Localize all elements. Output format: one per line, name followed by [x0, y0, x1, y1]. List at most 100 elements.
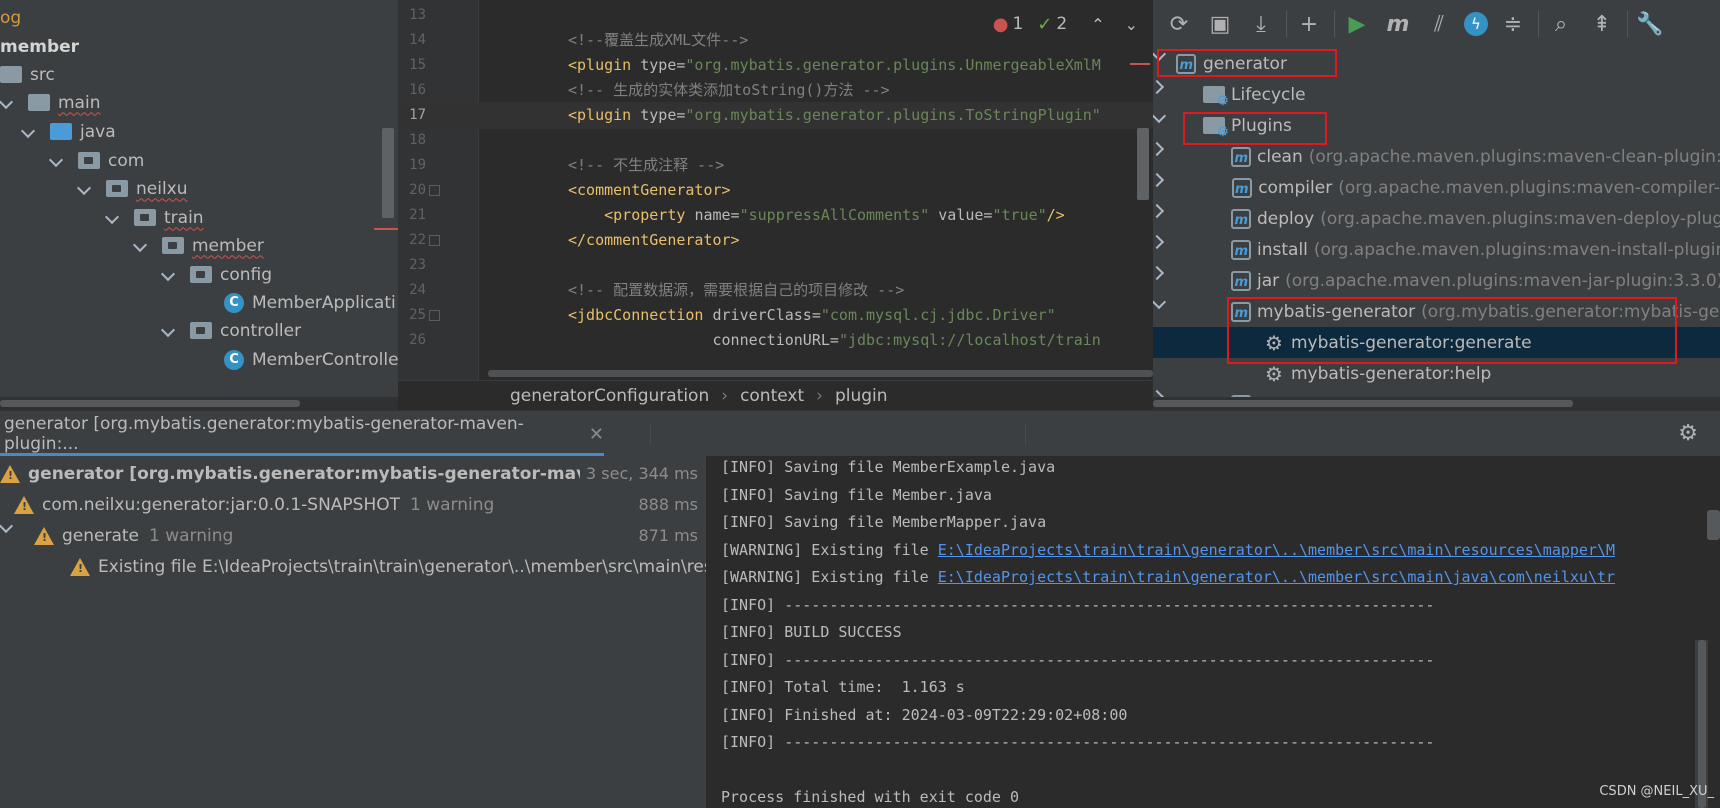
- maven-tree-item[interactable]: Lifecycle: [1153, 79, 1720, 110]
- console-vertical-scrollbar[interactable]: [1695, 640, 1708, 808]
- tab-separator: [1025, 423, 1026, 445]
- refresh-icon[interactable]: ⟳: [1163, 8, 1195, 40]
- download-icon[interactable]: ⤓: [1245, 8, 1277, 40]
- code-line[interactable]: 23: [398, 252, 1153, 279]
- warning-icon: [0, 464, 20, 483]
- chevron-down-icon[interactable]: [162, 324, 176, 338]
- editor-horizontal-scrollbar[interactable]: [488, 367, 1153, 380]
- code-token: "suppressAllComments": [739, 206, 939, 224]
- next-highlight-icon[interactable]: ⌄: [1125, 15, 1138, 34]
- maven-tree-item[interactable]: m clean (org.apache.maven.plugins:maven-cl…: [1153, 141, 1720, 172]
- code-line[interactable]: 21 <property name="suppressAllComments" …: [398, 202, 1153, 229]
- add-folder-icon[interactable]: ▣: [1204, 8, 1236, 40]
- toolbar-separator: [1627, 11, 1628, 37]
- build-tree-item[interactable]: generator [org.mybatis.generator:mybatis…: [0, 458, 706, 489]
- tree-item[interactable]: train: [106, 202, 204, 233]
- chevron-down-icon[interactable]: [78, 182, 92, 196]
- tree-item[interactable]: C MemberControlle: [224, 344, 398, 375]
- code-line[interactable]: 22 </commentGenerator>: [398, 227, 1153, 254]
- tree-item[interactable]: config: [162, 259, 272, 290]
- maven-m-icon[interactable]: m: [1382, 8, 1414, 40]
- code-line[interactable]: 24 <!-- 配置数据源，需要根据自己的项目修改 -->: [398, 277, 1153, 304]
- build-duration: 871 ms: [632, 526, 698, 545]
- build-item-label: com.neilxu:generator:jar:0.0.1-SNAPSHOT: [42, 494, 401, 515]
- console-line: [INFO] ---------------------------------…: [721, 592, 1434, 619]
- tree-item[interactable]: member: [134, 230, 264, 261]
- tree-item[interactable]: neilxu: [78, 173, 188, 204]
- previous-highlight-icon[interactable]: ⌃: [1091, 15, 1104, 34]
- code-line[interactable]: 25 <jdbcConnection driverClass="com.mysql…: [398, 302, 1153, 329]
- maven-tree-item[interactable]: m install (org.apache.maven.plugins:maven-…: [1153, 234, 1720, 265]
- watermark: CSDN @NEIL_XU_: [1599, 784, 1714, 799]
- breadcrumb-item[interactable]: generatorConfiguration: [510, 386, 709, 406]
- code-editor[interactable]: 13 14 <!--覆盖生成XML文件--> 15 <plugin type="org.…: [398, 0, 1153, 410]
- collapse-icon[interactable]: ≑: [1497, 8, 1529, 40]
- code-line[interactable]: 19 <!-- 不生成注释 -->: [398, 152, 1153, 179]
- code-line[interactable]: 18: [398, 127, 1153, 154]
- build-tree-item[interactable]: com.neilxu:generator:jar:0.0.1-SNAPSHOT 1…: [0, 489, 706, 520]
- maven-tree-item[interactable]: m jar (org.apache.maven.plugins:maven-jar-…: [1153, 265, 1720, 296]
- source-folder-icon: [50, 123, 72, 140]
- code-line[interactable]: 17 <plugin type="org.mybatis.generator.pl…: [398, 102, 1153, 129]
- tree-item[interactable]: og: [0, 2, 21, 33]
- run-tab[interactable]: generator [org.mybatis.generator:mybatis…: [0, 411, 604, 457]
- plus-icon[interactable]: +: [1293, 8, 1325, 40]
- build-tree-item[interactable]: Existing file E:\IdeaProjects\train\trai…: [0, 551, 706, 582]
- line-number: 25: [409, 307, 426, 323]
- editor-vertical-scrollbar[interactable]: [1137, 128, 1149, 200]
- chevron-down-icon[interactable]: [50, 154, 64, 168]
- chevron-down-icon[interactable]: [22, 125, 36, 139]
- code-token: <!--覆盖生成XML文件-->: [568, 31, 749, 49]
- console-text: [INFO] Total time: 1.163 s: [721, 678, 965, 696]
- tree-item[interactable]: member: [0, 31, 79, 62]
- code-line[interactable]: 20 <commentGenerator>: [398, 177, 1153, 204]
- tree-item[interactable]: controller: [162, 315, 301, 346]
- tree-item[interactable]: main: [0, 87, 100, 118]
- console-output[interactable]: [INFO] Saving file MemberExample.java [IN…: [707, 456, 1720, 808]
- maven-horizontal-scrollbar[interactable]: [1153, 397, 1720, 410]
- tree-item[interactable]: java: [22, 116, 116, 147]
- build-tree-item[interactable]: generate 1 warning 871 ms: [0, 520, 706, 551]
- fold-marker-icon[interactable]: [429, 235, 440, 246]
- maven-item-coordinates: (org.apache.maven.plugins:maven-deploy-p…: [1320, 208, 1720, 229]
- file-path-link[interactable]: E:\IdeaProjects\train\train\generator\..…: [938, 568, 1615, 586]
- gear-icon[interactable]: ⚙: [1678, 421, 1698, 446]
- close-icon[interactable]: ✕: [589, 424, 604, 445]
- chevron-down-icon[interactable]: [134, 239, 148, 253]
- chevron-down-icon[interactable]: [0, 96, 14, 110]
- maven-tree-item[interactable]: m compiler (org.apache.maven.plugins:maven…: [1153, 172, 1720, 203]
- breadcrumb-item[interactable]: context: [740, 386, 804, 406]
- line-number: 24: [409, 282, 426, 298]
- chevron-down-icon[interactable]: [162, 268, 176, 282]
- build-duration: 3 sec, 344 ms: [580, 464, 698, 483]
- wrench-icon[interactable]: 🔧: [1634, 8, 1666, 40]
- tree-item[interactable]: com: [50, 145, 144, 176]
- fold-marker-icon[interactable]: [429, 185, 440, 196]
- breadcrumb-item[interactable]: plugin: [835, 386, 888, 406]
- maven-item-label: clean: [1257, 146, 1303, 167]
- project-vertical-scrollbar[interactable]: [382, 128, 394, 218]
- code-line[interactable]: 26 connectionURL="jdbc:mysql://localhost…: [398, 327, 1153, 354]
- tree-item[interactable]: src: [0, 59, 55, 90]
- tree-item[interactable]: C MemberApplicati: [224, 287, 396, 318]
- maven-glyph: m: [1231, 146, 1251, 167]
- package-icon: [78, 152, 100, 169]
- maven-tree-item[interactable]: m deploy (org.apache.maven.plugins:maven-d…: [1153, 203, 1720, 234]
- fold-marker-icon[interactable]: [429, 310, 440, 321]
- file-path-link[interactable]: E:\IdeaProjects\train\train\generator\..…: [938, 541, 1615, 559]
- inspection-status[interactable]: ● 1 ✓ 2 ⌃ ⌄: [984, 10, 1148, 38]
- run-icon[interactable]: ▶: [1341, 8, 1373, 40]
- build-item-label: generate: [62, 525, 140, 546]
- toggle-icon[interactable]: ⇞: [1586, 8, 1618, 40]
- chevron-down-icon[interactable]: [106, 211, 120, 225]
- code-line[interactable]: 15 <plugin type="org.mybatis.generator.pl…: [398, 52, 1153, 79]
- console-text: [INFO] BUILD SUCCESS: [721, 623, 902, 641]
- lightning-icon[interactable]: ϟ: [1464, 12, 1488, 36]
- skip-tests-icon[interactable]: ⫽: [1423, 8, 1455, 40]
- analyze-icon[interactable]: ⌕: [1545, 8, 1577, 40]
- code-token: "com.mysql.cj.jdbc.Driver": [820, 306, 1056, 324]
- project-horizontal-scrollbar[interactable]: [0, 397, 398, 410]
- tree-item-label: member: [192, 235, 264, 256]
- code-line[interactable]: 16 <!-- 生成的实体类添加toString()方法 -->: [398, 77, 1153, 104]
- console-line: [INFO] Finished at: 2024-03-09T22:29:02+…: [721, 702, 1127, 729]
